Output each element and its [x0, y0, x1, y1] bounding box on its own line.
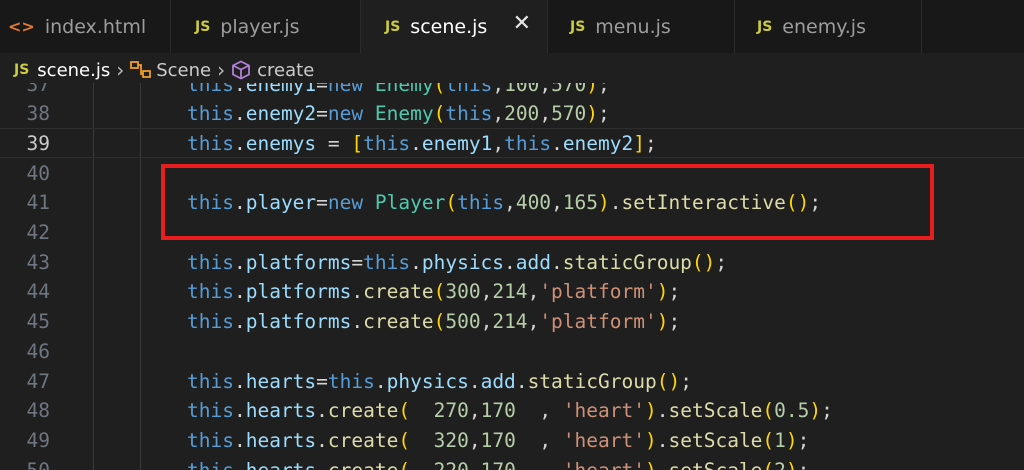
- line-code: this.hearts.create( 270,170 , 'heart').s…: [187, 398, 833, 422]
- code-line: 41 this.player=new Player(this,400,165).…: [0, 187, 1024, 217]
- editor-area[interactable]: 37 this.enemy1=new Enemy(this,100,570); …: [0, 83, 1024, 470]
- tab-enemy-js[interactable]: JS enemy.js: [735, 0, 922, 53]
- code-line: 48 this.hearts.create( 270,170 , 'heart'…: [0, 395, 1024, 425]
- line-number: 42: [26, 220, 50, 244]
- tab-index-html[interactable]: <> index.html: [0, 0, 171, 53]
- code-line: 44 this.platforms.create(300,214,'platfo…: [0, 276, 1024, 306]
- tab-label: player.js: [220, 15, 300, 38]
- breadcrumb-file[interactable]: scene.js: [37, 60, 110, 81]
- line-code: this.player=new Player(this,400,165).set…: [187, 190, 822, 214]
- tab-bar: <> index.html JS player.js JS scene.js ✕…: [0, 0, 1024, 53]
- code-line: 50 this.hearts.create( 220,170 , 'heart'…: [0, 455, 1024, 470]
- code-line-current: 39 this.enemys = [this.enemy1,this.enemy…: [0, 128, 1024, 158]
- line-number: 39: [26, 131, 50, 155]
- code-line: 45 this.platforms.create(500,214,'platfo…: [0, 306, 1024, 336]
- line-code: this.enemy2=new Enemy(this,200,570);: [187, 101, 610, 125]
- code-line: 47 this.hearts=this.physics.add.staticGr…: [0, 366, 1024, 396]
- close-icon[interactable]: ✕: [513, 13, 531, 35]
- code-line: 49 this.hearts.create( 320,170 , 'heart'…: [0, 425, 1024, 455]
- line-number: 41: [26, 190, 50, 214]
- code-line: 37 this.enemy1=new Enemy(this,100,570);: [0, 83, 1024, 99]
- line-code: this.hearts.create( 220,170 , 'heart').s…: [187, 458, 810, 470]
- line-number: 37: [26, 83, 50, 96]
- line-code: this.platforms=this.physics.add.staticGr…: [187, 250, 728, 274]
- chevron-right-icon: ›: [217, 58, 226, 82]
- line-number: 49: [26, 428, 50, 452]
- tab-bar-empty-space: [922, 0, 1024, 53]
- breadcrumb-class[interactable]: Scene: [156, 60, 211, 81]
- js-file-icon: JS: [14, 62, 30, 78]
- line-number: 50: [26, 458, 50, 470]
- line-code: this.hearts.create( 320,170 , 'heart').s…: [187, 428, 810, 452]
- breadcrumb-method[interactable]: create: [257, 60, 314, 81]
- tab-player-js[interactable]: JS player.js: [171, 0, 361, 53]
- line-number: 43: [26, 250, 50, 274]
- line-number: 47: [26, 369, 50, 393]
- code-line: 40: [0, 158, 1024, 188]
- tab-label: menu.js: [595, 15, 671, 38]
- class-icon: [130, 60, 152, 80]
- js-file-icon: JS: [195, 18, 211, 35]
- tab-label: scene.js: [410, 15, 488, 38]
- line-number: 48: [26, 398, 50, 422]
- js-file-icon: JS: [385, 18, 401, 35]
- code-line: 43 this.platforms=this.physics.add.stati…: [0, 247, 1024, 277]
- line-number: 38: [26, 101, 50, 125]
- line-code: this.platforms.create(500,214,'platform'…: [187, 309, 681, 333]
- code-line: 38 this.enemy2=new Enemy(this,200,570);: [0, 98, 1024, 128]
- code-editor-window: <> index.html JS player.js JS scene.js ✕…: [0, 0, 1024, 470]
- tab-label: enemy.js: [782, 15, 866, 38]
- code-line: 42: [0, 217, 1024, 247]
- line-code: this.platforms.create(300,214,'platform'…: [187, 279, 681, 303]
- line-code: this.enemy1=new Enemy(this,100,570);: [187, 83, 610, 96]
- line-number: 44: [26, 279, 50, 303]
- line-number: 45: [26, 309, 50, 333]
- tab-label: index.html: [44, 15, 147, 38]
- line-number: 40: [26, 161, 50, 185]
- method-cube-icon: [231, 60, 251, 80]
- breadcrumb: JS scene.js › Scene › create: [0, 53, 1024, 87]
- line-code: this.hearts=this.physics.add.staticGroup…: [187, 369, 692, 393]
- line-number: 46: [26, 339, 50, 363]
- chevron-right-icon: ›: [116, 58, 125, 82]
- tab-menu-js[interactable]: JS menu.js: [548, 0, 735, 53]
- code-line: 46: [0, 336, 1024, 366]
- line-code: this.enemys = [this.enemy1,this.enemy2];: [187, 131, 657, 155]
- html-file-icon: <>: [8, 17, 35, 36]
- js-file-icon: JS: [570, 18, 586, 35]
- js-file-icon: JS: [757, 18, 773, 35]
- tab-scene-js[interactable]: JS scene.js ✕: [361, 0, 548, 53]
